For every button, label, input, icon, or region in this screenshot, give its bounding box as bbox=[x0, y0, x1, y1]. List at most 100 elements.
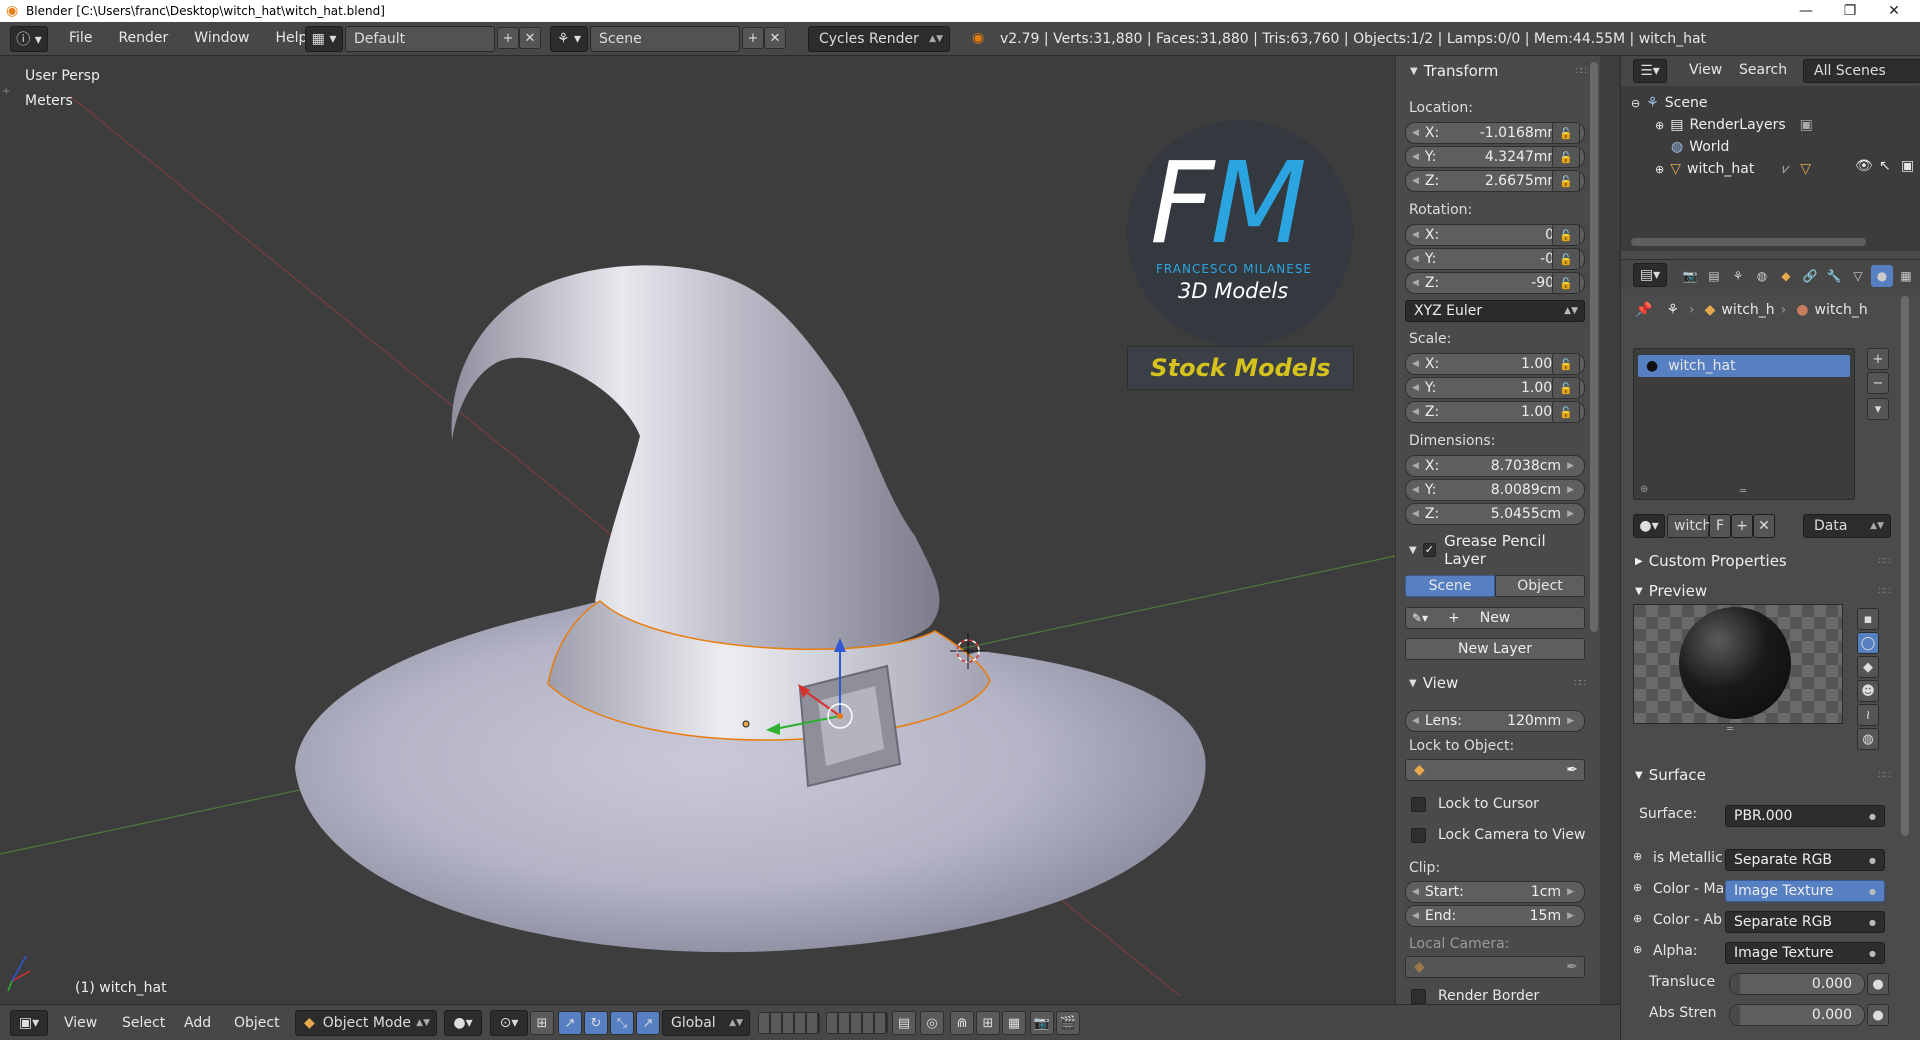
preview-header[interactable]: ▼ Preview ∷∷ bbox=[1621, 580, 1920, 602]
world-tab-icon[interactable]: ◍ bbox=[1751, 265, 1773, 287]
menu-file[interactable]: File bbox=[60, 30, 101, 46]
transform-orientation-dropdown[interactable]: Global ▲▼ bbox=[662, 1010, 750, 1036]
abs-strength-socket-button[interactable]: ● bbox=[1867, 1004, 1889, 1026]
lens-field[interactable]: ◀ Lens: 120mm ▶ bbox=[1405, 710, 1585, 732]
editor-type-properties-icon[interactable]: ▤▾ bbox=[1633, 263, 1667, 287]
scale-manipulator-icon[interactable]: ⤡ bbox=[610, 1011, 634, 1035]
menu-object[interactable]: Object bbox=[234, 1015, 280, 1031]
remove-material-slot-button[interactable]: − bbox=[1867, 372, 1889, 394]
grease-pencil-checkbox[interactable]: ✓ bbox=[1422, 543, 1437, 557]
grease-pencil-panel-header[interactable]: ▼ ✓ Grease Pencil Layer bbox=[1395, 532, 1585, 568]
preview-monkey-icon[interactable]: ☻ bbox=[1857, 680, 1879, 702]
menu-add[interactable]: Add bbox=[184, 1015, 211, 1031]
eyedropper-icon[interactable]: ✒ bbox=[1566, 762, 1578, 778]
manipulator-mode-icon[interactable]: ↗ bbox=[636, 1011, 660, 1035]
dimensions-z-field[interactable]: ◀ Z: 5.0455cm ▶ bbox=[1405, 503, 1585, 525]
socket-link-icon[interactable]: ⊕ bbox=[1633, 850, 1642, 863]
add-screen-button[interactable]: + bbox=[497, 27, 519, 49]
preview-flat-icon[interactable]: ▪ bbox=[1857, 608, 1879, 630]
list-resize-handle[interactable]: ═ bbox=[1740, 486, 1746, 497]
rotate-manipulator-icon[interactable]: ↻ bbox=[584, 1011, 608, 1035]
panel-grip-icon[interactable]: ∷∷ bbox=[1878, 586, 1891, 597]
abs-strength-slider[interactable]: 0.000 bbox=[1729, 1004, 1865, 1026]
outliner-item-renderlayers[interactable]: ⊕ ▤ RenderLayers ▣ bbox=[1655, 114, 1813, 136]
dimensions-x-field[interactable]: ◀ X: 8.7038cm ▶ bbox=[1405, 455, 1585, 477]
material-tab-icon[interactable]: ● bbox=[1871, 265, 1893, 287]
object-tab-icon[interactable]: ◆ bbox=[1775, 265, 1797, 287]
custom-properties-header[interactable]: ▶ Custom Properties ∷∷ bbox=[1621, 550, 1920, 572]
editor-type-3dview-icon[interactable]: ▣▾ bbox=[10, 1010, 48, 1036]
dimensions-y-field[interactable]: ◀ Y: 8.0089cm ▶ bbox=[1405, 479, 1585, 501]
unlink-material-button[interactable]: ✕ bbox=[1753, 514, 1775, 538]
render-tab-icon[interactable]: 📷 bbox=[1679, 265, 1701, 287]
input-alpha-button[interactable]: Image Texture ● bbox=[1725, 942, 1885, 964]
pivot-point-icon[interactable]: ⊙▾ bbox=[490, 1010, 528, 1036]
eyedropper-icon[interactable]: ✒ bbox=[1566, 959, 1578, 975]
proportional-edit-icon[interactable]: ◎ bbox=[920, 1011, 944, 1035]
snap-target-icon[interactable]: ▦ bbox=[1002, 1011, 1026, 1035]
modifiers-tab-icon[interactable]: 🔧 bbox=[1823, 265, 1845, 287]
menu-view[interactable]: View bbox=[64, 1015, 97, 1031]
lock-object-field[interactable]: ◆ ✒ bbox=[1405, 759, 1585, 781]
manipulator-toggle-icon[interactable]: ⊞ bbox=[530, 1011, 554, 1035]
3d-viewport[interactable]: User Persp Meters (1) witch_hat + FM FRA… bbox=[0, 56, 1395, 1004]
pin-icon[interactable]: 📌 bbox=[1635, 302, 1652, 318]
clip-start-field[interactable]: ◀ Start: 1cm ▶ bbox=[1405, 881, 1585, 903]
lock-icon[interactable]: 🔓 bbox=[1552, 248, 1580, 270]
preview-cube-icon[interactable]: ◆ bbox=[1857, 656, 1879, 678]
new-layer-button[interactable]: New Layer bbox=[1405, 638, 1585, 660]
delete-scene-button[interactable]: ✕ bbox=[764, 27, 786, 49]
lock-icon[interactable]: 🔓 bbox=[1552, 353, 1580, 375]
lock-icon[interactable]: 🔓 bbox=[1552, 377, 1580, 399]
lock-camera-checkbox[interactable]: Lock Camera to View bbox=[1411, 827, 1586, 843]
lock-icon[interactable]: 🔓 bbox=[1552, 401, 1580, 423]
browse-material-icon[interactable]: ●▾ bbox=[1633, 514, 1665, 538]
render-border-checkbox[interactable]: Render Border bbox=[1411, 988, 1539, 1004]
resize-grip-icon[interactable]: ⊕ bbox=[1640, 484, 1648, 495]
screen-layout-icon[interactable]: ▦ ▾ bbox=[305, 26, 343, 52]
add-material-slot-button[interactable]: + bbox=[1867, 348, 1889, 370]
renderability-camera-icon[interactable]: ▣ bbox=[1901, 158, 1914, 174]
input-metallic-button[interactable]: Separate RGB ● bbox=[1725, 849, 1885, 871]
view-panel-header[interactable]: ▼ View ∷∷ bbox=[1395, 672, 1586, 694]
scene-tab-icon[interactable]: ⚘ bbox=[1727, 265, 1749, 287]
collapse-icon[interactable]: ⊖ bbox=[1631, 97, 1640, 110]
scene-field[interactable]: Scene bbox=[590, 26, 740, 52]
preview-hair-icon[interactable]: ≀ bbox=[1857, 704, 1879, 726]
viewport-shading-icon[interactable]: ●▾ bbox=[444, 1010, 482, 1036]
data-tab-icon[interactable]: ▽ bbox=[1847, 265, 1869, 287]
preview-resize-handle[interactable]: ═ bbox=[1727, 724, 1733, 735]
outliner-hscrollbar[interactable] bbox=[1631, 238, 1866, 246]
selectability-cursor-icon[interactable]: ↖ bbox=[1879, 158, 1891, 174]
constraints-tab-icon[interactable]: 🔗 bbox=[1799, 265, 1821, 287]
display-mode-dropdown[interactable]: All Scenes bbox=[1803, 59, 1920, 83]
tab-grease-scene[interactable]: Scene bbox=[1405, 575, 1495, 597]
material-specials-button[interactable]: ▾ bbox=[1867, 398, 1889, 420]
visibility-eye-icon[interactable]: 👁 bbox=[1855, 158, 1873, 174]
toolshelf-toggle-icon[interactable]: + bbox=[2, 86, 10, 97]
socket-link-icon[interactable]: ⊕ bbox=[1633, 912, 1642, 925]
material-slot-item[interactable]: ● witch_hat bbox=[1638, 355, 1850, 377]
lock-icon[interactable]: 🔓 bbox=[1552, 146, 1580, 168]
panel-grip-icon[interactable]: ∷∷ bbox=[1878, 770, 1891, 781]
translucence-socket-button[interactable]: ● bbox=[1867, 973, 1889, 995]
mode-dropdown[interactable]: ◆ Object Mode ▲▼ bbox=[295, 1010, 437, 1036]
outliner-item-scene[interactable]: ⊖ ⚘ Scene bbox=[1631, 92, 1707, 114]
expand-icon[interactable]: ⊕ bbox=[1655, 119, 1664, 132]
render-engine-dropdown[interactable]: Cycles Render ▲▼ bbox=[808, 26, 950, 52]
socket-link-icon[interactable]: ⊕ bbox=[1633, 881, 1642, 894]
new-grease-pencil-button[interactable]: ✎▾ + New bbox=[1405, 607, 1585, 629]
menu-render[interactable]: Render bbox=[109, 30, 177, 46]
close-button[interactable]: ✕ bbox=[1872, 0, 1916, 22]
lock-to-cursor-checkbox[interactable]: Lock to Cursor bbox=[1411, 796, 1539, 812]
properties-scrollbar[interactable] bbox=[1901, 296, 1909, 836]
outliner-item-witch-hat[interactable]: ⊕ ▽ witch_hat ⩗ ▽ bbox=[1655, 158, 1811, 180]
link-mode-dropdown[interactable]: Data ▲▼ bbox=[1803, 514, 1891, 538]
material-slot-list[interactable]: ● witch_hat ⊕ ═ bbox=[1633, 348, 1855, 500]
menu-select[interactable]: Select bbox=[122, 1015, 165, 1031]
scene-icon[interactable]: ⚘ ▾ bbox=[550, 26, 588, 52]
outliner-menu-view[interactable]: View bbox=[1689, 62, 1722, 78]
preview-world-icon[interactable]: ◍ bbox=[1857, 728, 1879, 750]
input-color-ma-button[interactable]: Image Texture ● bbox=[1725, 880, 1885, 902]
preview-sphere-icon[interactable]: ◯ bbox=[1857, 632, 1879, 654]
